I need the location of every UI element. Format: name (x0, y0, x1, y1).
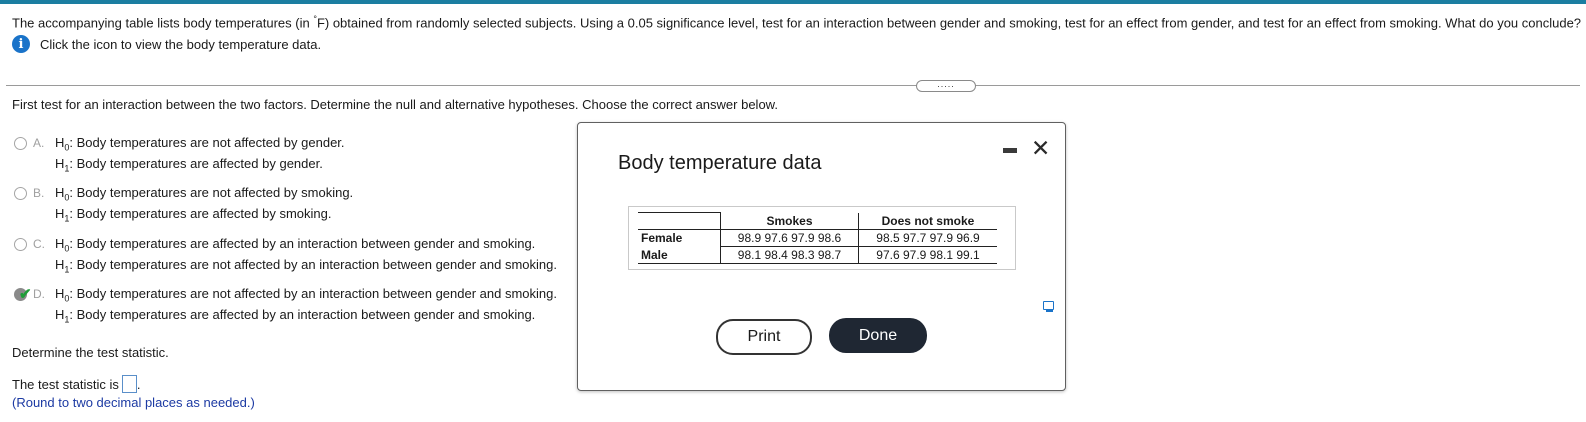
question-text: The accompanying table lists body temper… (12, 14, 1581, 30)
option-d-letter: D. (33, 287, 45, 301)
body-temperature-table: Smokes Does not smoke Female 98.9 97.6 9… (638, 212, 997, 264)
question-text-part1: The accompanying table lists body temper… (12, 15, 314, 31)
h0-label: H (55, 236, 65, 251)
table-corner (638, 212, 721, 230)
body-temperature-dialog: Body temperature data ✕ Smokes Does not … (577, 122, 1066, 391)
option-a-h0: Body temperatures are not affected by ge… (76, 135, 345, 150)
table-row: Female 98.9 97.6 97.9 98.6 98.5 97.7 97.… (638, 229, 997, 247)
h0-subscript: 0 (64, 142, 70, 153)
option-a-h1: Body temperatures are affected by gender… (76, 156, 323, 171)
question-text-part2: F) obtained from randomly selected subje… (316, 15, 1582, 31)
option-b-h1: Body temperatures are affected by smokin… (76, 206, 332, 221)
h1-label: H (55, 156, 65, 171)
cell-male-not-smoke: 97.6 97.9 98.1 99.1 (858, 246, 997, 264)
h0-label: H (55, 286, 65, 301)
table-row: Male 98.1 98.4 98.3 98.7 97.6 97.9 98.1 … (638, 246, 997, 264)
option-b-radio[interactable] (14, 187, 27, 200)
option-b[interactable]: B. H0: Body temperatures are not affecte… (14, 185, 353, 227)
data-link-text: Click the icon to view the body temperat… (40, 36, 322, 52)
h1-label: H (55, 307, 65, 322)
option-d[interactable]: ✔ D. H0: Body temperatures are not affec… (14, 286, 557, 328)
test-stat-label: The test statistic is (12, 377, 119, 392)
info-icon[interactable]: i (12, 35, 30, 53)
h1-label: H (55, 257, 65, 272)
option-b-letter: B. (33, 186, 45, 200)
option-d-radio[interactable]: ✔ (14, 286, 32, 303)
h0-subscript: 0 (64, 243, 70, 254)
h1-label: H (55, 206, 65, 221)
h1-subscript: 1 (64, 163, 70, 174)
test-stat-line: The test statistic is. (12, 375, 141, 393)
h0-subscript: 0 (64, 293, 70, 304)
option-c-radio[interactable] (14, 238, 27, 251)
test-stat-input[interactable] (121, 375, 137, 393)
row-header-male: Male (638, 246, 721, 264)
option-c-letter: C. (33, 237, 45, 251)
h1-subscript: 1 (64, 314, 70, 325)
option-d-h0: Body temperatures are not affected by an… (76, 286, 557, 301)
option-a[interactable]: A. H0: Body temperatures are not affecte… (14, 135, 345, 177)
dialog-title: Body temperature data (618, 152, 822, 174)
h1-subscript: 1 (64, 264, 70, 275)
done-button[interactable]: Done (829, 318, 927, 353)
h1-subscript: 1 (64, 213, 70, 224)
option-c-h0: Body temperatures are affected by an int… (76, 236, 536, 251)
h0-label: H (55, 135, 65, 150)
col-header-not-smoke: Does not smoke (858, 212, 997, 230)
option-c-h1: Body temperatures are not affected by an… (76, 257, 557, 272)
print-button[interactable]: Print (716, 319, 812, 355)
data-table-frame: Smokes Does not smoke Female 98.9 97.6 9… (628, 206, 1054, 312)
col-header-smokes: Smokes (720, 212, 859, 230)
rounding-hint: (Round to two decimal places as needed.) (12, 395, 255, 410)
option-b-h0: Body temperatures are not affected by sm… (76, 185, 354, 200)
close-icon[interactable]: ✕ (1031, 135, 1050, 162)
cell-female-not-smoke: 98.5 97.7 97.9 96.9 (858, 229, 997, 247)
option-d-h1: Body temperatures are affected by an int… (76, 307, 536, 322)
top-accent-bar (0, 0, 1586, 4)
h0-subscript: 0 (64, 192, 70, 203)
test-stat-suffix: . (136, 377, 141, 392)
cell-female-smokes: 98.9 97.6 97.9 98.6 (720, 229, 859, 247)
cell-male-smokes: 98.1 98.4 98.3 98.7 (720, 246, 859, 264)
table-header-row: Smokes Does not smoke (638, 212, 997, 230)
hypothesis-instruction: First test for an interaction between th… (12, 97, 778, 112)
section-divider (6, 85, 1580, 86)
option-a-letter: A. (33, 136, 45, 150)
correct-check-icon: ✔ (19, 286, 32, 303)
copy-icon[interactable] (1043, 301, 1054, 312)
option-c[interactable]: C. H0: Body temperatures are affected by… (14, 236, 557, 278)
test-stat-prompt: Determine the test statistic. (12, 345, 169, 360)
expand-handle[interactable]: ..... (916, 80, 976, 92)
option-a-radio[interactable] (14, 137, 27, 150)
h0-label: H (55, 185, 65, 200)
minimize-icon[interactable] (1003, 148, 1017, 153)
data-link-row: i Click the icon to view the body temper… (12, 35, 321, 53)
row-header-female: Female (641, 231, 683, 246)
